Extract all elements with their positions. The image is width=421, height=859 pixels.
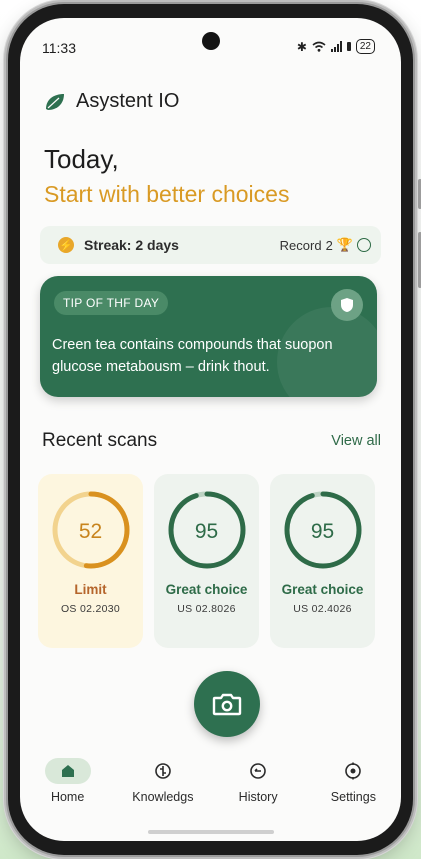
nav-settings[interactable]: Settings — [308, 756, 398, 820]
scan-code: OS 02.2030 — [60, 603, 121, 615]
streak-banner[interactable]: ⚡ Streak: 2 days Record 2 🏆 — [40, 226, 381, 264]
view-all-link[interactable]: View all — [331, 433, 381, 449]
nav-home[interactable]: Home — [23, 756, 113, 820]
scan-camera-button[interactable] — [194, 671, 260, 737]
knowledge-icon — [140, 758, 186, 784]
nav-label: Knowledgs — [132, 790, 194, 804]
recent-scans-title: Recent scans — [42, 430, 158, 451]
app-title: Asystent IO — [76, 90, 180, 112]
scan-score: 95 — [194, 520, 219, 543]
status-time: 11:33 — [42, 40, 76, 56]
record-value: 2 — [325, 237, 333, 253]
greeting: Today, Start with better choices — [44, 144, 289, 208]
wifi-icon — [312, 41, 326, 52]
leaf-icon — [46, 93, 64, 110]
record-info: Record 2 🏆 — [280, 237, 371, 253]
home-icon — [44, 758, 91, 784]
greeting-subtitle: Start with better choices — [44, 181, 290, 207]
front-camera — [202, 32, 220, 50]
nav-label: History — [238, 790, 278, 804]
scan-code: US 02.8026 — [177, 603, 236, 615]
nav-label: Settings — [330, 790, 376, 804]
scan-score: 95 — [310, 520, 335, 543]
tip-card[interactable]: TIP OF THF DAY Creen tea contains compou… — [40, 276, 377, 397]
scan-score: 52 — [78, 520, 103, 543]
app-header: Asystent IO — [44, 90, 179, 113]
battery-icon — [346, 42, 351, 51]
streak-label: Streak: 2 days — [84, 237, 179, 253]
tip-text: Creen tea contains compounds that suopon… — [52, 337, 333, 375]
bluetooth-icon: ✱ — [296, 39, 307, 54]
scan-card[interactable]: 95 Great choice US 02.8026 — [154, 474, 259, 648]
scan-card[interactable]: 52 Limit OS 02.2030 — [38, 474, 143, 648]
scan-verdict: Limit — [74, 582, 107, 597]
home-indicator[interactable] — [148, 830, 274, 834]
phone-frame: 11:33 ✱ 22 Asystent IO Today, Start with… — [4, 0, 421, 859]
nav-label: Home — [50, 790, 85, 804]
recent-scans-header: Recent scans View all — [42, 430, 381, 452]
tip-badge: TIP OF THF DAY — [54, 291, 169, 315]
shield-icon[interactable] — [331, 289, 363, 321]
screen: 11:33 ✱ 22 Asystent IO Today, Start with… — [20, 18, 401, 841]
scan-verdict: Great choice — [165, 582, 248, 597]
scan-cards: 52 Limit OS 02.2030 95 Great choice US 0… — [38, 474, 388, 649]
status-icons: ✱ 22 — [297, 39, 375, 54]
bolt-icon: ⚡ — [58, 237, 74, 253]
nav-knowledge[interactable]: Knowledgs — [118, 756, 208, 820]
status-bar: 11:33 ✱ 22 — [20, 18, 401, 70]
camera-icon — [212, 693, 242, 716]
bottom-nav: Home Knowledgs History Settings — [20, 756, 401, 820]
battery-level: 22 — [355, 39, 375, 54]
record-ring-icon — [357, 238, 371, 252]
nav-history[interactable]: History — [213, 756, 303, 820]
scan-code: US 02.4026 — [293, 603, 352, 615]
trophy-icon: 🏆 — [336, 237, 353, 252]
scan-card[interactable]: 95 Great choice US 02.4026 — [270, 474, 375, 648]
record-label: Record — [279, 237, 322, 253]
signal-icon — [330, 41, 342, 52]
history-icon — [235, 758, 281, 784]
settings-icon — [330, 758, 376, 784]
greeting-title: Today, — [44, 144, 119, 174]
scan-verdict: Great choice — [281, 582, 364, 597]
